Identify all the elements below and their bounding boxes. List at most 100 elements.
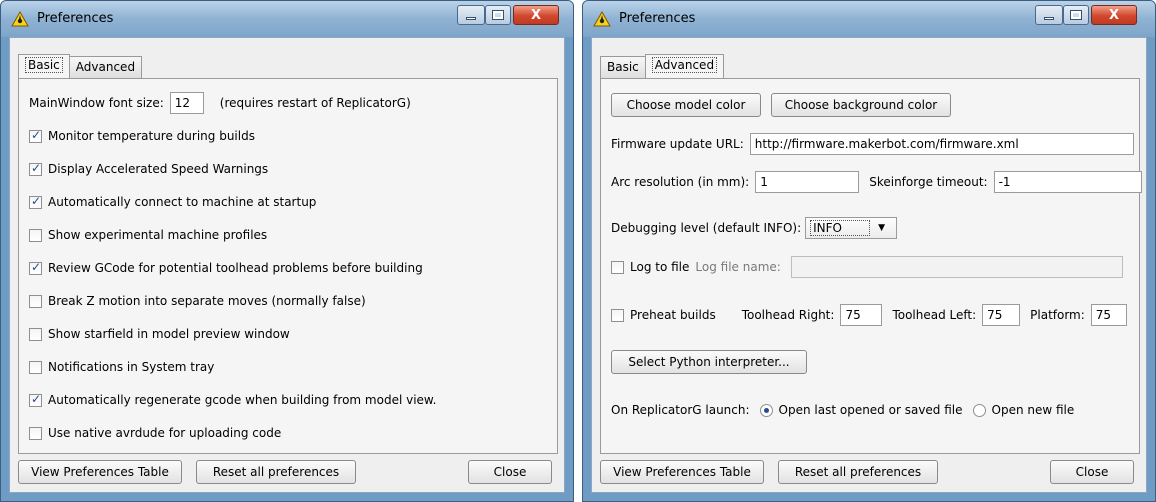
dialog-content: Basic Advanced Choose model color Choose… — [591, 37, 1147, 493]
option-label: Automatically connect to machine at star… — [48, 195, 317, 209]
option-label: Show starfield in model preview window — [48, 327, 290, 341]
option-row[interactable]: Use native avrdude for uploading code — [29, 422, 281, 444]
debug-level-row: Debugging level (default INFO): INFO ▼ — [611, 217, 898, 239]
radio-open-last-file[interactable] — [759, 403, 773, 417]
log-to-file-label[interactable]: Log to file — [630, 260, 689, 274]
close-window-button[interactable]: X — [1091, 5, 1137, 25]
close-window-button[interactable]: X — [513, 5, 559, 25]
launch-row: On ReplicatorG launch: Open last opened … — [611, 399, 1074, 421]
tab-advanced[interactable]: Advanced — [68, 56, 143, 78]
firmware-url-label: Firmware update URL: — [611, 137, 744, 151]
skeinforge-timeout-input[interactable]: -1 — [993, 171, 1142, 193]
hazard-app-icon — [11, 11, 29, 27]
firmware-url-input[interactable]: http://firmware.makerbot.com/firmware.xm… — [749, 133, 1134, 155]
reset-all-preferences-button[interactable]: Reset all preferences — [196, 460, 356, 484]
minimize-button[interactable] — [1035, 5, 1063, 25]
option-label: Monitor temperature during builds — [48, 129, 255, 143]
launch-label: On ReplicatorG launch: — [611, 403, 750, 417]
window-title: Preferences — [619, 11, 696, 26]
hazard-app-icon — [593, 11, 611, 27]
maximize-icon — [492, 10, 504, 20]
option-label: Review GCode for potential toolhead prob… — [48, 261, 423, 275]
log-to-file-checkbox[interactable] — [611, 260, 624, 274]
toolhead-right-label: Toolhead Right: — [741, 308, 835, 322]
option-row[interactable]: Notifications in System tray — [29, 356, 214, 378]
tab-basic[interactable]: Basic — [18, 54, 70, 78]
font-size-row: MainWindow font size: 12 (requires resta… — [29, 92, 411, 114]
option-row[interactable]: Automatically regenerate gcode when buil… — [29, 389, 436, 411]
tab-bar: Basic Advanced — [18, 54, 143, 78]
option-label: Use native avrdude for uploading code — [48, 426, 282, 440]
chevron-down-icon: ▼ — [878, 223, 886, 233]
option-label: Display Accelerated Speed Warnings — [48, 162, 269, 176]
option-label: Notifications in System tray — [48, 360, 215, 374]
choose-model-color-button[interactable]: Choose model color — [611, 93, 761, 117]
choose-background-color-button[interactable]: Choose background color — [771, 93, 951, 117]
close-icon: X — [1108, 7, 1120, 23]
close-button[interactable]: Close — [468, 460, 552, 484]
checkbox[interactable] — [29, 260, 42, 275]
tab-basic[interactable]: Basic — [600, 56, 646, 78]
option-row[interactable]: Break Z motion into separate moves (norm… — [29, 290, 366, 312]
dialog-content: Basic Advanced MainWindow font size: 12 … — [9, 37, 565, 493]
view-preferences-table-button[interactable]: View Preferences Table — [600, 460, 764, 484]
checkbox[interactable] — [29, 161, 42, 176]
option-label: Automatically regenerate gcode when buil… — [48, 393, 437, 407]
option-row[interactable]: Review GCode for potential toolhead prob… — [29, 257, 423, 279]
preheat-label[interactable]: Preheat builds — [630, 308, 716, 322]
checkbox[interactable] — [29, 128, 42, 143]
view-preferences-table-button[interactable]: View Preferences Table — [18, 460, 182, 484]
minimize-button[interactable] — [457, 5, 485, 25]
checkbox[interactable] — [29, 294, 42, 308]
log-to-file-row: Log to file Log file name: — [611, 256, 1123, 278]
title-bar[interactable]: Preferences X — [583, 1, 1155, 37]
radio-open-new-file[interactable] — [972, 403, 986, 417]
window-title: Preferences — [37, 11, 114, 26]
close-icon: X — [530, 7, 542, 23]
preheat-checkbox[interactable] — [611, 308, 624, 322]
toolhead-left-label: Toolhead Left: — [892, 308, 977, 322]
option-row[interactable]: Display Accelerated Speed Warnings — [29, 158, 268, 180]
debug-level-select[interactable]: INFO ▼ — [805, 217, 898, 239]
minimize-icon — [1044, 16, 1054, 20]
tab-advanced[interactable]: Advanced — [644, 54, 725, 78]
font-size-input[interactable]: 12 — [169, 92, 204, 114]
option-row[interactable]: Show experimental machine profiles — [29, 224, 267, 246]
firmware-url-row: Firmware update URL: http://firmware.mak… — [611, 133, 1134, 155]
tab-bar: Basic Advanced — [600, 54, 725, 78]
checkbox[interactable] — [29, 228, 42, 242]
option-row[interactable]: Monitor temperature during builds — [29, 125, 255, 147]
close-button[interactable]: Close — [1050, 460, 1134, 484]
toolhead-right-input[interactable]: 75 — [840, 304, 883, 326]
option-row[interactable]: Show starfield in model preview window — [29, 323, 290, 345]
log-file-name-input[interactable] — [790, 256, 1123, 278]
arc-resolution-label: Arc resolution (in mm): — [611, 175, 750, 189]
basic-panel: MainWindow font size: 12 (requires resta… — [18, 78, 558, 454]
open-new-file-label[interactable]: Open new file — [992, 403, 1075, 417]
select-python-interpreter-button[interactable]: Select Python interpreter... — [611, 350, 807, 374]
reset-all-preferences-button[interactable]: Reset all preferences — [778, 460, 938, 484]
checkbox[interactable] — [29, 194, 42, 209]
checkbox[interactable] — [29, 392, 42, 407]
platform-input[interactable]: 75 — [1090, 304, 1127, 326]
maximize-button[interactable] — [1063, 5, 1089, 25]
debug-level-label: Debugging level (default INFO): — [611, 221, 802, 235]
skeinforge-timeout-label: Skeinforge timeout: — [869, 175, 988, 189]
arc-resolution-input[interactable]: 1 — [755, 171, 860, 193]
title-bar[interactable]: Preferences X — [1, 1, 573, 37]
font-size-note: (requires restart of ReplicatorG) — [219, 96, 411, 110]
checkbox[interactable] — [29, 360, 42, 374]
checkbox[interactable] — [29, 426, 42, 440]
option-label: Break Z motion into separate moves (norm… — [48, 294, 366, 308]
open-last-file-label[interactable]: Open last opened or saved file — [779, 403, 963, 417]
log-file-name-label: Log file name: — [695, 260, 781, 274]
preferences-window-basic: Preferences X Basic Advanced MainWindow … — [0, 0, 574, 502]
maximize-button[interactable] — [485, 5, 511, 25]
advanced-panel: Choose model color Choose background col… — [600, 78, 1142, 454]
toolhead-left-input[interactable]: 75 — [982, 304, 1021, 326]
checkbox[interactable] — [29, 327, 42, 341]
minimize-icon — [466, 16, 476, 20]
preferences-window-advanced: Preferences X Basic Advanced Choose mode… — [582, 0, 1156, 502]
option-row[interactable]: Automatically connect to machine at star… — [29, 191, 316, 213]
font-size-label: MainWindow font size: — [29, 96, 164, 110]
